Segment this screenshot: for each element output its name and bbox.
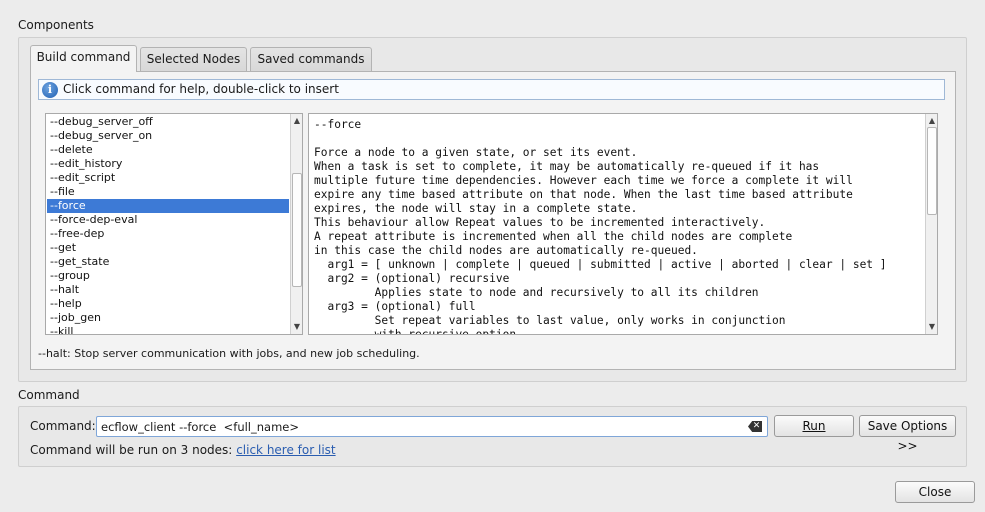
list-item[interactable]: --kill xyxy=(47,325,289,334)
list-item[interactable]: --edit_history xyxy=(47,157,289,171)
node-list-link[interactable]: click here for list xyxy=(236,443,335,457)
command-label: Command: xyxy=(30,419,96,433)
help-text-scrollbar[interactable]: ▲ ▼ xyxy=(925,114,937,334)
save-options-button[interactable]: Save Options >> xyxy=(859,415,956,453)
scrollbar-thumb[interactable] xyxy=(292,173,302,287)
command-list[interactable]: --debug_server_off --debug_server_on --del… xyxy=(45,113,303,335)
list-item[interactable]: --job_gen xyxy=(47,311,289,325)
command-status-line: --halt: Stop server communication with j… xyxy=(38,347,420,360)
tab-saved-commands[interactable]: Saved commands xyxy=(250,47,372,71)
list-item[interactable]: --get_state xyxy=(47,255,289,269)
list-item[interactable]: --force xyxy=(47,199,289,213)
command-help-text[interactable]: --force Force a node to a given state, o… xyxy=(308,113,938,335)
components-title: Components xyxy=(18,18,94,32)
list-item[interactable]: --get xyxy=(47,241,289,255)
tab-build-command[interactable]: Build command xyxy=(30,45,137,72)
clear-icon[interactable]: ✕ xyxy=(748,421,762,432)
list-item[interactable]: --edit_script xyxy=(47,171,289,185)
list-item[interactable]: --debug_server_on xyxy=(47,129,289,143)
list-item[interactable]: --halt xyxy=(47,283,289,297)
scroll-up-arrow-icon[interactable]: ▲ xyxy=(291,115,302,127)
list-item[interactable]: --delete xyxy=(47,143,289,157)
info-icon: i xyxy=(42,82,58,98)
info-bar: i Click command for help, double-click t… xyxy=(38,79,945,100)
scrollbar-thumb[interactable] xyxy=(927,127,937,215)
command-input-value[interactable]: ecflow_client --force <full_name> xyxy=(101,420,299,434)
list-item[interactable]: --help xyxy=(47,297,289,311)
list-item[interactable]: --group xyxy=(47,269,289,283)
run-hint-text: Command will be run on 3 nodes: xyxy=(30,443,233,457)
help-text-content: --force Force a node to a given state, o… xyxy=(314,118,887,335)
run-button[interactable]: Run xyxy=(774,415,854,437)
list-item[interactable]: --force-dep-eval xyxy=(47,213,289,227)
command-list-scrollbar[interactable]: ▲ ▼ xyxy=(290,114,302,334)
run-button-label: Run xyxy=(802,419,826,433)
run-hint: Command will be run on 3 nodes: click he… xyxy=(30,443,336,457)
list-item[interactable]: --debug_server_off xyxy=(47,115,289,129)
scroll-down-arrow-icon[interactable]: ▼ xyxy=(291,321,302,333)
list-item[interactable]: --free-dep xyxy=(47,227,289,241)
scroll-down-arrow-icon[interactable]: ▼ xyxy=(926,321,937,333)
tab-selected-nodes[interactable]: Selected Nodes xyxy=(140,47,247,71)
command-title: Command xyxy=(18,388,80,402)
list-item[interactable]: --file xyxy=(47,185,289,199)
command-input[interactable]: ecflow_client --force <full_name> ✕ xyxy=(96,416,768,437)
info-text: Click command for help, double-click to … xyxy=(63,82,339,96)
close-button[interactable]: Close xyxy=(895,481,975,503)
scroll-up-arrow-icon[interactable]: ▲ xyxy=(926,115,937,127)
